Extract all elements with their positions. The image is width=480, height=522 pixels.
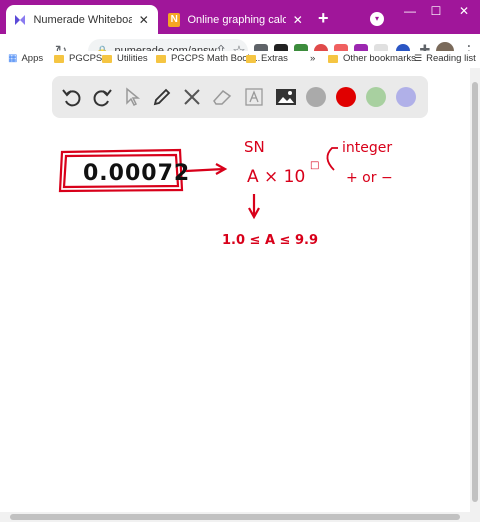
sn-label: SN xyxy=(244,138,265,156)
arrow-down xyxy=(248,194,260,220)
ink-layer: 0.00072 SN A × 10 □ integer + or − 1.0 ≤… xyxy=(58,138,393,248)
horizontal-scroll-thumb[interactable] xyxy=(10,514,460,520)
arrow-right xyxy=(185,163,228,175)
range-inequality: 1.0 ≤ A ≤ 9.9 xyxy=(222,233,318,248)
boxed-number: 0.00072 xyxy=(83,161,190,186)
exponent-note: integer xyxy=(342,140,392,156)
sign-note: + or − xyxy=(346,170,393,186)
vertical-scroll-thumb[interactable] xyxy=(472,82,478,502)
exponent-box-icon: □ xyxy=(310,160,319,171)
formula-base: A × 10 xyxy=(247,167,305,187)
bracket-curve xyxy=(326,147,338,171)
